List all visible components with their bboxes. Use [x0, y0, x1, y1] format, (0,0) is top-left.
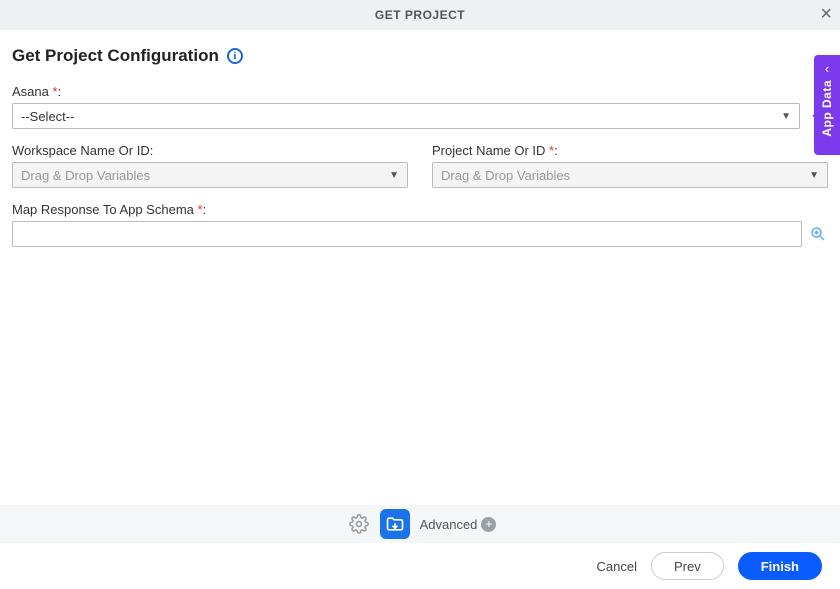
dialog-title: GET PROJECT — [375, 8, 465, 22]
map-label-text: Map Response To App Schema — [12, 202, 194, 217]
page-title: Get Project Configuration — [12, 46, 219, 66]
finish-button[interactable]: Finish — [738, 552, 822, 580]
chevron-down-icon: ▼ — [781, 111, 791, 122]
project-label-text: Project Name Or ID — [432, 143, 545, 158]
plus-circle-icon: + — [481, 517, 496, 532]
workspace-input[interactable]: Drag & Drop Variables ▼ — [12, 162, 408, 188]
asana-select-value: --Select-- — [21, 109, 74, 124]
footer: Cancel Prev Finish — [0, 543, 840, 589]
advanced-toggle[interactable]: Advanced + — [420, 517, 497, 532]
content-area: Get Project Configuration i Asana *: --S… — [0, 30, 840, 247]
project-input[interactable]: Drag & Drop Variables ▼ — [432, 162, 828, 188]
workspace-placeholder: Drag & Drop Variables — [21, 168, 150, 183]
chevron-left-icon: ‹ — [825, 61, 829, 76]
map-label: Map Response To App Schema *: — [12, 202, 828, 217]
info-icon[interactable]: i — [227, 48, 243, 64]
lookup-icon[interactable] — [808, 224, 828, 244]
folder-icon[interactable] — [380, 509, 410, 539]
dialog-header: GET PROJECT × — [0, 0, 840, 30]
toolbar: Advanced + — [0, 505, 840, 543]
workspace-label: Workspace Name Or ID: — [12, 143, 408, 158]
cancel-button[interactable]: Cancel — [597, 559, 637, 574]
chevron-down-icon: ▼ — [389, 170, 399, 181]
settings-icon[interactable] — [344, 509, 374, 539]
project-label: Project Name Or ID *: — [432, 143, 828, 158]
app-data-tab-label: App Data — [820, 80, 834, 137]
project-placeholder: Drag & Drop Variables — [441, 168, 570, 183]
asana-select[interactable]: --Select-- ▼ — [12, 103, 800, 129]
asana-label-text: Asana — [12, 84, 49, 99]
advanced-label: Advanced — [420, 517, 478, 532]
prev-button[interactable]: Prev — [651, 552, 724, 580]
app-data-tab[interactable]: ‹ App Data — [814, 55, 840, 155]
map-response-input[interactable] — [12, 221, 802, 247]
chevron-down-icon: ▼ — [809, 170, 819, 181]
close-icon[interactable]: × — [820, 4, 832, 24]
asana-label: Asana *: — [12, 84, 828, 99]
